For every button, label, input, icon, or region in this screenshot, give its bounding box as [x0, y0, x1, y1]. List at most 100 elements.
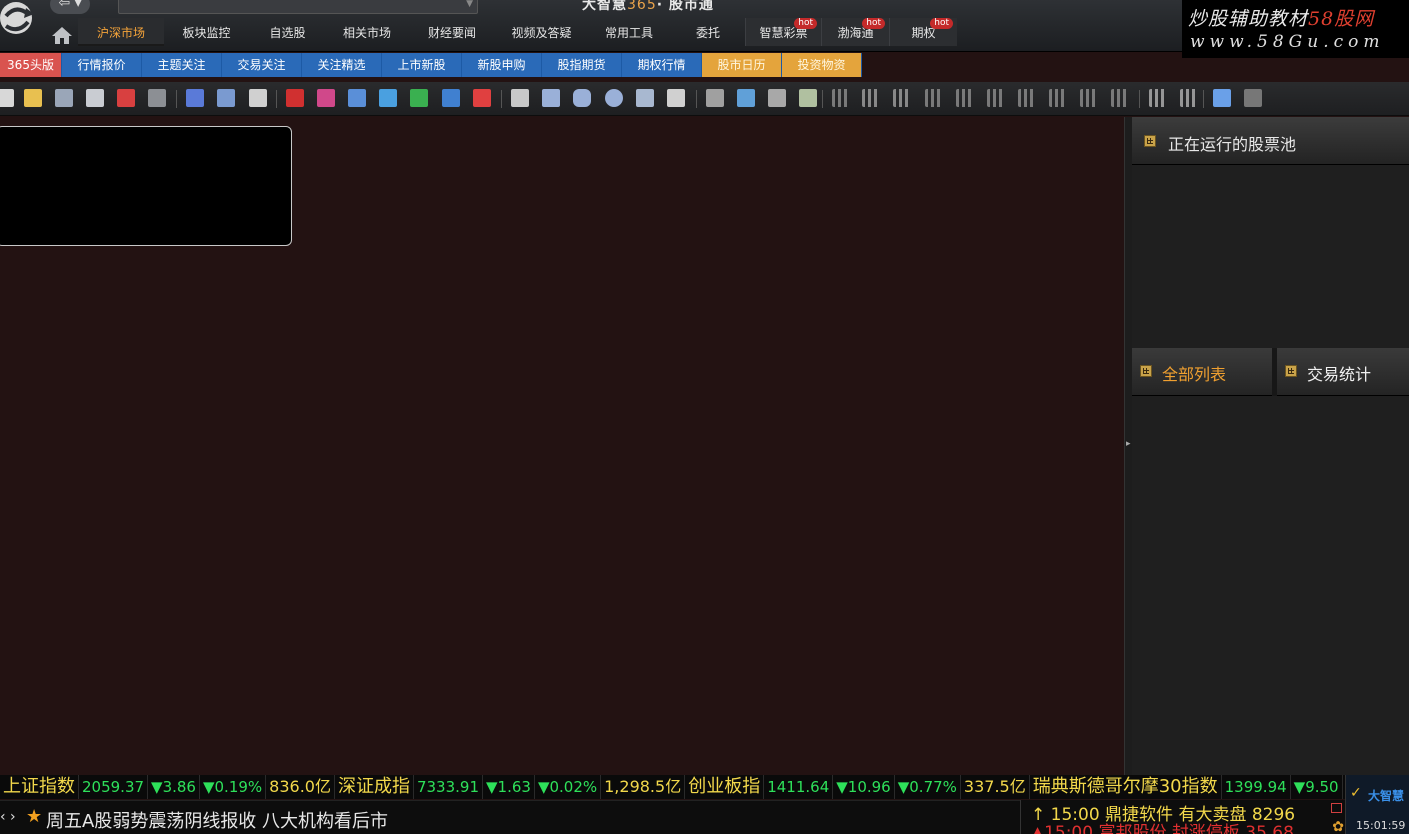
- dist-5-icon-glyph: [1049, 89, 1067, 107]
- landscape-icon[interactable]: [735, 87, 757, 109]
- alert-item[interactable]: ▲15:00 富邦股份 封涨停板 35.68: [1031, 818, 1294, 834]
- ticker-amount: 836.0亿: [266, 775, 335, 799]
- nav-item-1[interactable]: 板块监控: [164, 18, 249, 46]
- ticker-pct: ▼0.77%: [895, 775, 961, 799]
- splitter-arrow-icon[interactable]: ▸: [1126, 439, 1131, 449]
- database-icon[interactable]: [315, 87, 337, 109]
- tile-icon[interactable]: [891, 87, 913, 109]
- nav-item-label: 板块监控: [182, 26, 231, 40]
- new-file-icon[interactable]: [0, 87, 16, 109]
- watermark-line1: 炒股辅助教材58股网: [1188, 4, 1374, 31]
- open-folder-icon[interactable]: [22, 87, 44, 109]
- toolbar-separator: [1139, 90, 1140, 108]
- back-button[interactable]: ⇦ ▾: [50, 0, 90, 14]
- ticker-name[interactable]: 深证成指: [335, 775, 414, 799]
- ticker-name[interactable]: 创业板指: [685, 775, 765, 799]
- stock-pool-header[interactable]: 正在运行的股票池: [1132, 117, 1409, 165]
- cut-icon[interactable]: [115, 87, 137, 109]
- nav-item-10[interactable]: 期权 hot: [889, 18, 957, 46]
- subnav-item-8[interactable]: 期权行情: [622, 53, 702, 77]
- app-window: ⇦ ▾ ▼ 大智慧365· 股市通 沪深市场 板块监控 自选股 相关市场 财经要闻 视频及…: [0, 0, 1409, 834]
- main-workspace[interactable]: [0, 117, 1124, 775]
- dist-6-icon-glyph: [1080, 89, 1098, 107]
- zoom-icon[interactable]: [215, 87, 237, 109]
- nav-item-6[interactable]: 常用工具: [587, 18, 671, 46]
- dist-2-icon[interactable]: [954, 87, 976, 109]
- swap-icon[interactable]: [146, 87, 168, 109]
- subnav-item-2[interactable]: 主题关注: [142, 53, 222, 77]
- nav-item-4[interactable]: 财经要闻: [408, 18, 496, 46]
- grid-panel-icon[interactable]: [797, 87, 819, 109]
- rectangle-icon[interactable]: [540, 87, 562, 109]
- fullscreen-icon[interactable]: [1211, 87, 1233, 109]
- close-x-icon[interactable]: [1242, 87, 1264, 109]
- dist-6-icon[interactable]: [1078, 87, 1100, 109]
- layout-icon[interactable]: [184, 87, 206, 109]
- arrow-right-icon[interactable]: [440, 87, 462, 109]
- nav-item-8[interactable]: 智慧彩票 hot: [745, 18, 821, 46]
- dist-3-icon[interactable]: [985, 87, 1007, 109]
- save-icon[interactable]: [53, 87, 75, 109]
- trash-icon[interactable]: [408, 87, 430, 109]
- bar-v-icon[interactable]: [1178, 87, 1200, 109]
- dist-4-icon[interactable]: [1016, 87, 1038, 109]
- back-arrow-icon: ⇦ ▾: [58, 0, 82, 11]
- nav-item-7[interactable]: 委托: [671, 18, 745, 46]
- sub-nav: 365头版 行情报价 主题关注 交易关注 关注精选 上市新股 新股申购 股指期货 期权行情 股市日…: [0, 53, 862, 77]
- play-icon[interactable]: [247, 87, 269, 109]
- alert-badge-icon[interactable]: [471, 87, 493, 109]
- list-icon[interactable]: [346, 87, 368, 109]
- subnav-item-0[interactable]: 365头版: [0, 53, 62, 77]
- nav-item-3[interactable]: 相关市场: [326, 18, 408, 46]
- news-nav-arrows[interactable]: ‹ ›: [0, 809, 16, 825]
- circle-icon[interactable]: [603, 87, 625, 109]
- line-icon[interactable]: [665, 87, 687, 109]
- search-input[interactable]: ▼: [118, 0, 478, 14]
- nav-item-5[interactable]: 视频及答疑: [496, 18, 587, 46]
- nav-item-label: 自选股: [269, 26, 306, 40]
- subnav-item-9[interactable]: 股市日历: [702, 53, 782, 77]
- window-icon[interactable]: [1331, 803, 1342, 813]
- ticker-name[interactable]: 上证指数: [0, 775, 79, 799]
- subnav-item-4[interactable]: 关注精选: [302, 53, 382, 77]
- dist-7-icon[interactable]: [1109, 87, 1131, 109]
- subnav-item-5[interactable]: 上市新股: [382, 53, 462, 77]
- text-tool-icon[interactable]: [509, 87, 531, 109]
- nav-item-0[interactable]: 沪深市场: [78, 18, 164, 46]
- nav-item-9[interactable]: 渤海通 hot: [821, 18, 889, 46]
- subnav-item-10[interactable]: 投资物资: [782, 53, 862, 77]
- rounded-rect-icon[interactable]: [571, 87, 593, 109]
- panel-icon[interactable]: [766, 87, 788, 109]
- dist-1-icon[interactable]: [923, 87, 945, 109]
- search-dropdown-icon[interactable]: ▼: [466, 0, 473, 9]
- dist-5-icon[interactable]: [1047, 87, 1069, 109]
- run-icon[interactable]: [377, 87, 399, 109]
- play-icon-glyph: [249, 89, 267, 107]
- nav-item-label: 常用工具: [604, 26, 653, 40]
- subnav-item-6[interactable]: 新股申购: [462, 53, 542, 77]
- bar-h-icon[interactable]: [1147, 87, 1169, 109]
- home-icon[interactable]: [50, 24, 74, 46]
- tab-all-list[interactable]: 全部列表: [1132, 348, 1272, 396]
- settings-gear-icon[interactable]: ✿: [1332, 819, 1344, 834]
- nav-item-2[interactable]: 自选股: [249, 18, 326, 46]
- align-left-icon[interactable]: [830, 87, 852, 109]
- news-headline[interactable]: 周五A股弱势震荡阴线报收 八大机构看后市: [46, 807, 388, 833]
- print-icon[interactable]: [84, 87, 106, 109]
- zoom-icon-glyph: [217, 89, 235, 107]
- right-panel: 正在运行的股票池 全部列表 交易统计: [1132, 117, 1409, 775]
- floating-panel[interactable]: [0, 126, 292, 246]
- brand-logo-icon: ✓: [1350, 785, 1362, 801]
- tab-trade-stats[interactable]: 交易统计: [1277, 348, 1409, 396]
- magnify-icon[interactable]: [704, 87, 726, 109]
- subnav-item-3[interactable]: 交易关注: [222, 53, 302, 77]
- subnav-item-1[interactable]: 行情报价: [62, 53, 142, 77]
- cascade-icon[interactable]: [860, 87, 882, 109]
- cascade-icon-glyph: [862, 89, 880, 107]
- panel-splitter[interactable]: ▸: [1124, 117, 1132, 775]
- pointer-icon[interactable]: [284, 87, 306, 109]
- triangle-icon[interactable]: [634, 87, 656, 109]
- app-logo-icon[interactable]: [0, 0, 44, 44]
- subnav-item-7[interactable]: 股指期货: [542, 53, 622, 77]
- ticker-name[interactable]: 瑞典斯德哥尔摩30指数: [1030, 775, 1222, 799]
